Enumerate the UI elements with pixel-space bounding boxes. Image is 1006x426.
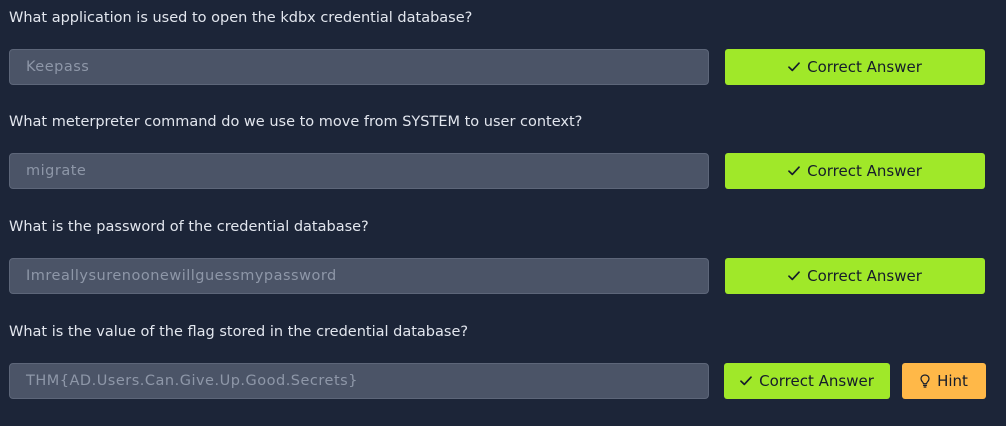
answer-field[interactable]: THM{AD.Users.Can.Give.Up.Good.Secrets} [9,363,709,399]
correct-answer-button[interactable]: Correct Answer [725,153,985,189]
hint-label: Hint [937,372,968,390]
answer-field[interactable]: Imreallysurenoonewillguessmypassword [9,258,709,294]
correct-answer-button[interactable]: Correct Answer [725,258,985,294]
correct-answer-label: Correct Answer [759,372,874,390]
question-text: What meterpreter command do we use to mo… [9,114,583,130]
check-icon [740,376,752,386]
correct-answer-button[interactable]: Correct Answer [725,49,985,85]
check-icon [788,271,800,281]
correct-answer-button[interactable]: Correct Answer [724,363,890,399]
correct-answer-label: Correct Answer [807,162,922,180]
answer-field[interactable]: migrate [9,153,709,189]
question-text: What is the value of the flag stored in … [9,324,469,340]
hint-button[interactable]: Hint [902,363,986,399]
check-icon [788,62,800,72]
correct-answer-label: Correct Answer [807,58,922,76]
lightbulb-icon [920,374,930,388]
question-text: What is the password of the credential d… [9,219,369,235]
answer-field[interactable]: Keepass [9,49,709,85]
correct-answer-label: Correct Answer [807,267,922,285]
question-text: What application is used to open the kdb… [9,10,473,26]
check-icon [788,166,800,176]
